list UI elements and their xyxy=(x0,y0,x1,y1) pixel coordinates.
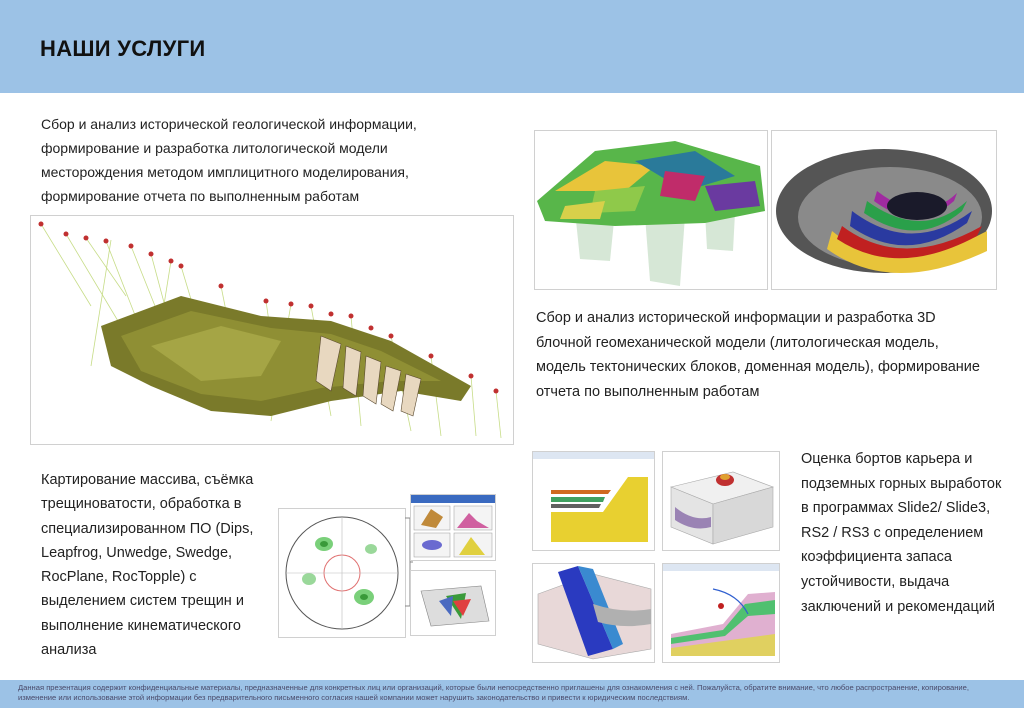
slope-stability-2d-image xyxy=(532,451,655,551)
service-text-geology: Сбор и анализ исторической геологической… xyxy=(41,116,417,204)
slope-stability-3d-image xyxy=(662,451,780,551)
geology-block-model-image xyxy=(534,130,768,290)
slope-section-image xyxy=(662,563,780,663)
drillhole-model-image xyxy=(30,215,514,445)
open-pit-model-image xyxy=(771,130,997,290)
stereonet-image xyxy=(278,508,406,638)
service-text-geomechanical-model: Сбор и анализ исторической информации и … xyxy=(536,310,980,400)
service-text-mapping: Картирование массива, съёмка трещиновато… xyxy=(41,472,254,659)
confidentiality-notice: Данная презентация содержит конфиденциал… xyxy=(18,683,970,702)
slope-model-3d-image xyxy=(532,563,655,663)
page-title: НАШИ УСЛУГИ xyxy=(40,36,206,61)
software-screenshot-image xyxy=(410,494,496,561)
service-text-slope-stability: Оценка бортов карьера и подземных горных… xyxy=(801,451,1002,615)
wedge-analysis-image xyxy=(410,570,496,636)
